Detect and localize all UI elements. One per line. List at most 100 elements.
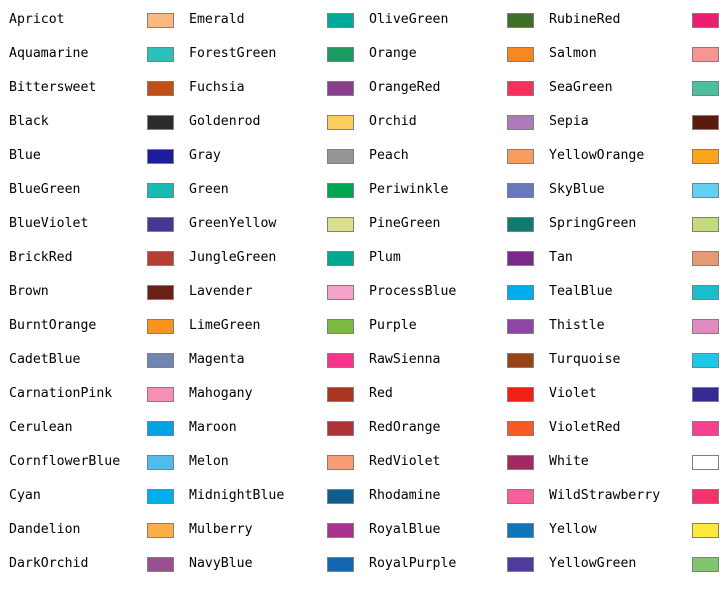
color-name-label: YellowGreen bbox=[549, 556, 637, 572]
color-swatch bbox=[692, 284, 719, 300]
color-swatch bbox=[147, 420, 174, 436]
color-swatch bbox=[147, 454, 174, 470]
color-name-label: Rhodamine bbox=[369, 488, 441, 504]
color-name-label: White bbox=[549, 454, 589, 470]
color-name-label: Peach bbox=[369, 148, 409, 164]
color-entry: Thistle bbox=[540, 309, 725, 343]
color-entry: VioletRed bbox=[540, 411, 725, 445]
color-entry: OrangeRed bbox=[360, 71, 540, 105]
color-swatch bbox=[327, 182, 354, 198]
color-entry: WildStrawberry bbox=[540, 479, 725, 513]
color-entry: RedViolet bbox=[360, 445, 540, 479]
color-entry: Orange bbox=[360, 37, 540, 71]
color-name-label: CadetBlue bbox=[9, 352, 81, 368]
color-swatch-chart: Apricot Emerald OliveGreen RubineRed Aquamar… bbox=[0, 0, 725, 596]
color-name-label: PineGreen bbox=[369, 216, 441, 232]
color-entry: Aquamarine bbox=[0, 37, 180, 71]
color-name-label: Melon bbox=[189, 454, 229, 470]
color-entry: RedOrange bbox=[360, 411, 540, 445]
color-swatch bbox=[327, 352, 354, 368]
color-name-label: RawSienna bbox=[369, 352, 441, 368]
color-entry: CarnationPink bbox=[0, 377, 180, 411]
color-name-label: Green bbox=[189, 182, 229, 198]
color-entry: Melon bbox=[180, 445, 360, 479]
color-swatch bbox=[147, 284, 174, 300]
color-name-label: CarnationPink bbox=[9, 386, 113, 402]
color-swatch bbox=[692, 12, 719, 28]
color-entry: Goldenrod bbox=[180, 105, 360, 139]
color-name-label: RedOrange bbox=[369, 420, 441, 436]
color-entry: Black bbox=[0, 105, 180, 139]
color-swatch bbox=[507, 420, 534, 436]
color-swatch bbox=[327, 216, 354, 232]
color-entry: Lavender bbox=[180, 275, 360, 309]
color-entry: White bbox=[540, 445, 725, 479]
color-name-label: Mulberry bbox=[189, 522, 253, 538]
color-name-label: Salmon bbox=[549, 46, 597, 62]
color-swatch bbox=[147, 318, 174, 334]
color-swatch bbox=[692, 216, 719, 232]
color-name-label: Turquoise bbox=[549, 352, 621, 368]
color-name-label: NavyBlue bbox=[189, 556, 253, 572]
color-entry: BurntOrange bbox=[0, 309, 180, 343]
color-swatch bbox=[147, 80, 174, 96]
color-name-label: Bittersweet bbox=[9, 80, 97, 96]
color-swatch bbox=[507, 454, 534, 470]
color-entry: Green bbox=[180, 173, 360, 207]
color-swatch bbox=[327, 148, 354, 164]
color-swatch bbox=[507, 80, 534, 96]
color-name-label: BurntOrange bbox=[9, 318, 97, 334]
color-swatch bbox=[327, 284, 354, 300]
color-entry: Peach bbox=[360, 139, 540, 173]
color-swatch bbox=[147, 488, 174, 504]
color-name-label: Blue bbox=[9, 148, 41, 164]
color-name-label: Mahogany bbox=[189, 386, 253, 402]
color-entry: Red bbox=[360, 377, 540, 411]
color-entry: PineGreen bbox=[360, 207, 540, 241]
color-entry: Magenta bbox=[180, 343, 360, 377]
color-entry: TealBlue bbox=[540, 275, 725, 309]
color-name-label: Apricot bbox=[9, 12, 65, 28]
color-entry: JungleGreen bbox=[180, 241, 360, 275]
color-swatch bbox=[507, 488, 534, 504]
color-name-label: Sepia bbox=[549, 114, 589, 130]
color-name-label: Magenta bbox=[189, 352, 245, 368]
color-name-label: Cyan bbox=[9, 488, 41, 504]
color-swatch bbox=[692, 420, 719, 436]
color-name-label: BrickRed bbox=[9, 250, 73, 266]
color-entry: Maroon bbox=[180, 411, 360, 445]
color-swatch bbox=[507, 352, 534, 368]
color-entry: BlueGreen bbox=[0, 173, 180, 207]
color-name-label: Plum bbox=[369, 250, 401, 266]
color-entry: OliveGreen bbox=[360, 3, 540, 37]
color-swatch bbox=[692, 386, 719, 402]
color-entry: Cyan bbox=[0, 479, 180, 513]
color-name-label: LimeGreen bbox=[189, 318, 261, 334]
color-entry: LimeGreen bbox=[180, 309, 360, 343]
color-entry: Bittersweet bbox=[0, 71, 180, 105]
color-name-label: ForestGreen bbox=[189, 46, 277, 62]
color-entry: Blue bbox=[0, 139, 180, 173]
color-name-label: BlueGreen bbox=[9, 182, 81, 198]
color-name-label: Purple bbox=[369, 318, 417, 334]
color-entry: MidnightBlue bbox=[180, 479, 360, 513]
color-name-label: Brown bbox=[9, 284, 49, 300]
color-swatch bbox=[327, 12, 354, 28]
color-entry: Plum bbox=[360, 241, 540, 275]
color-name-label: Maroon bbox=[189, 420, 237, 436]
color-name-label: Gray bbox=[189, 148, 221, 164]
color-name-label: ProcessBlue bbox=[369, 284, 457, 300]
color-entry: CornflowerBlue bbox=[0, 445, 180, 479]
color-swatch bbox=[327, 250, 354, 266]
color-entry: Violet bbox=[540, 377, 725, 411]
color-swatch bbox=[507, 216, 534, 232]
color-entry: RubineRed bbox=[540, 3, 725, 37]
color-name-label: RubineRed bbox=[549, 12, 621, 28]
color-entry: Sepia bbox=[540, 105, 725, 139]
color-swatch bbox=[692, 80, 719, 96]
color-swatch bbox=[692, 488, 719, 504]
color-name-label: Black bbox=[9, 114, 49, 130]
color-swatch bbox=[147, 46, 174, 62]
color-name-label: RoyalPurple bbox=[369, 556, 457, 572]
color-name-label: Red bbox=[369, 386, 393, 402]
